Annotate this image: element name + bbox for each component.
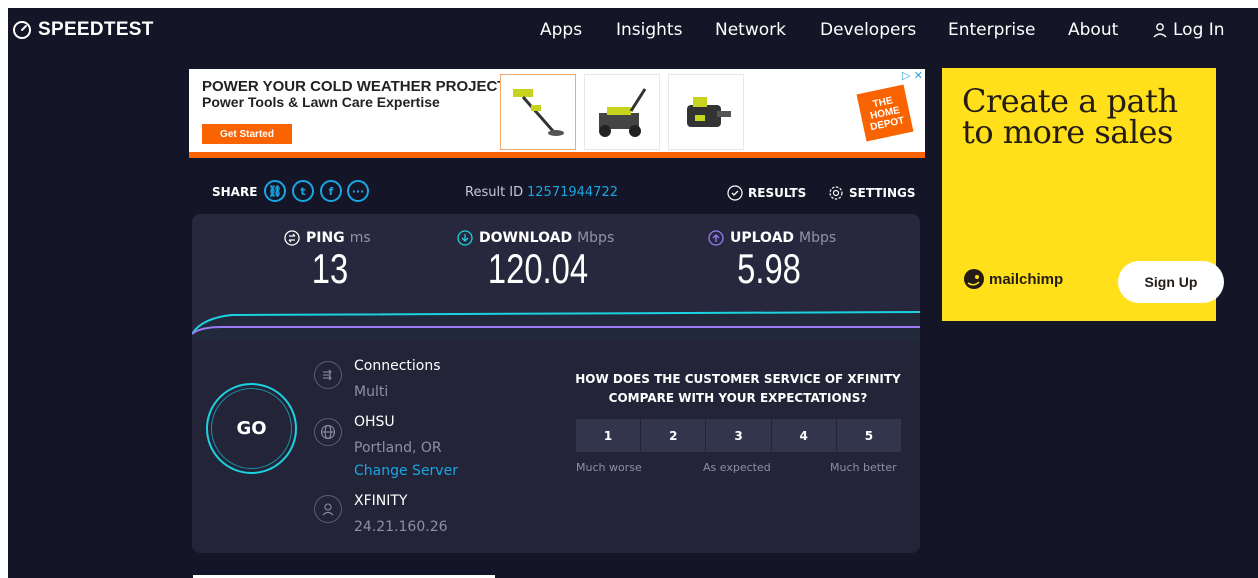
ping-header: PING ms [284, 230, 371, 246]
survey-option-5[interactable]: 5 [836, 419, 902, 452]
nav-about[interactable]: About [1068, 20, 1118, 40]
survey-question: HOW DOES THE CUSTOMER SERVICE OF XFINITY… [575, 372, 901, 405]
nav-enterprise[interactable]: Enterprise [948, 20, 1035, 40]
nav-insights[interactable]: Insights [616, 20, 682, 40]
ping-unit: ms [349, 230, 371, 246]
upload-icon [708, 230, 724, 246]
globe-icon [314, 418, 342, 446]
share-label: SHARE [212, 185, 258, 199]
result-id-label: Result ID [465, 185, 524, 200]
change-server-link[interactable]: Change Server [354, 463, 458, 479]
link-icon[interactable]: ⛓ [264, 180, 286, 202]
survey-low-label: Much worse [576, 461, 642, 474]
adchoices-icon[interactable]: ▷ ✕ [902, 69, 923, 82]
mower-image [599, 88, 647, 137]
download-label: DOWNLOAD [479, 230, 573, 246]
upload-unit: Mbps [799, 230, 837, 246]
ad-subhead: Power Tools & Lawn Care Expertise [202, 94, 440, 110]
twitter-icon[interactable]: t [292, 180, 314, 202]
server-name: OHSU [354, 414, 395, 430]
user-icon [1153, 23, 1167, 38]
home-depot-ad[interactable]: POWER YOUR COLD WEATHER PROJECTS Power T… [189, 69, 925, 158]
ad-get-started-button[interactable]: Get Started [202, 124, 292, 144]
app-root: SPEEDTEST Apps Insights Network Develope… [0, 0, 1258, 578]
mailchimp-headline: Create a path to more sales [962, 82, 1178, 151]
nav-developers[interactable]: Developers [820, 20, 916, 40]
survey-scale: 1 2 3 4 5 [576, 419, 902, 452]
ad-product-blower[interactable] [668, 74, 744, 150]
ip-address: 24.21.160.26 [354, 519, 448, 535]
ping-value: 13 [311, 245, 349, 292]
nav-network[interactable]: Network [715, 20, 786, 40]
settings-label: SETTINGS [849, 186, 916, 200]
download-unit: Mbps [577, 230, 615, 246]
gauge-icon [13, 21, 31, 39]
ad-headline: POWER YOUR COLD WEATHER PROJECTS [202, 78, 517, 95]
nav-apps[interactable]: Apps [540, 20, 582, 40]
upload-header: UPLOAD Mbps [708, 230, 836, 246]
ad-product-mower[interactable] [584, 74, 660, 150]
login-label: Log In [1173, 20, 1225, 40]
ping-icon [284, 230, 300, 246]
mailchimp-ad[interactable]: Create a path to more sales mailchimp Si… [942, 68, 1224, 321]
upload-value: 5.98 [737, 245, 801, 292]
connections-icon [314, 361, 342, 389]
nav-login[interactable]: Log In [1152, 20, 1225, 40]
go-label: GO [236, 418, 267, 439]
blower-image [687, 97, 731, 127]
user-icon [314, 495, 342, 523]
upload-label: UPLOAD [730, 230, 795, 246]
download-value: 120.04 [487, 245, 589, 292]
download-header: DOWNLOAD Mbps [457, 230, 614, 246]
go-button[interactable]: GO [206, 383, 297, 474]
survey-mid-label: As expected [703, 461, 771, 474]
home-depot-logo: THE HOME DEPOT [856, 84, 914, 142]
mailchimp-brand: mailchimp [989, 270, 1064, 288]
survey-option-1[interactable]: 1 [576, 419, 641, 452]
survey-option-4[interactable]: 4 [771, 419, 836, 452]
gear-icon [829, 186, 843, 200]
more-icon[interactable]: ··· [347, 180, 369, 202]
freddie-icon [964, 269, 984, 289]
ping-label: PING [306, 230, 345, 246]
download-icon [457, 230, 473, 246]
results-label: RESULTS [748, 186, 807, 200]
brand-name: SPEEDTEST [38, 19, 154, 40]
results-link[interactable]: RESULTS [727, 185, 806, 201]
connections-title: Connections [354, 358, 441, 374]
survey-high-label: Much better [830, 461, 897, 474]
mailchimp-signup-button[interactable]: Sign Up [1118, 261, 1224, 303]
go-button-inner: GO [211, 388, 292, 469]
settings-link[interactable]: SETTINGS [828, 185, 916, 201]
ad-product-trimmer[interactable] [500, 74, 576, 150]
result-id-link[interactable]: 12571944722 [527, 185, 618, 200]
server-location: Portland, OR [354, 440, 442, 456]
survey-option-2[interactable]: 2 [641, 419, 706, 452]
survey-option-3[interactable]: 3 [706, 419, 771, 452]
trimmer-image [513, 89, 564, 136]
isp-name: XFINITY [354, 493, 408, 509]
facebook-icon[interactable]: f [320, 180, 342, 202]
mailchimp-logo: mailchimp [962, 267, 1063, 291]
speedtest-logo[interactable]: SPEEDTEST [12, 19, 154, 41]
connections-value[interactable]: Multi [354, 384, 388, 400]
check-circle-icon [727, 185, 743, 201]
